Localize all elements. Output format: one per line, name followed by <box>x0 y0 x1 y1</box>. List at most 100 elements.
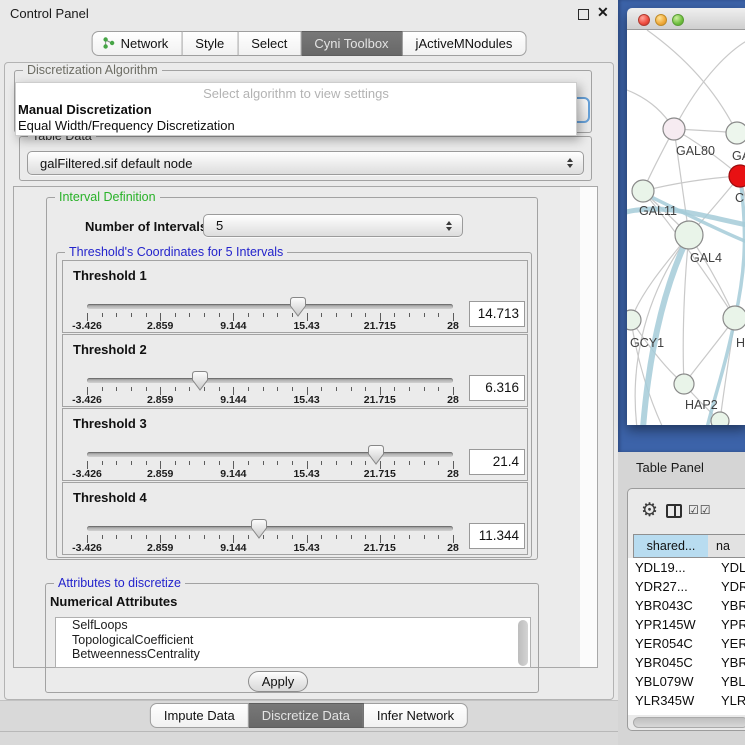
zoom-traffic-light-icon[interactable] <box>672 14 684 26</box>
slider-thumb[interactable] <box>290 297 306 317</box>
slider-tick <box>146 535 147 539</box>
numerical-attributes-list[interactable]: SelfLoopsTopologicalCoefficientBetweenne… <box>55 617 531 668</box>
network-edge <box>683 235 689 384</box>
column-header-shared-name[interactable]: shared... <box>633 534 709 558</box>
control-panel: Control Panel ✕ NetworkStyleSelectCyni T… <box>0 0 618 745</box>
discretization-algorithm-label: Discretization Algorithm <box>23 63 162 77</box>
gal11-node[interactable] <box>632 180 654 202</box>
table-row[interactable]: YDL19...YDL1 <box>633 558 745 577</box>
node-label-gal80: GAL80 <box>676 144 715 158</box>
slider-tick <box>131 461 132 465</box>
tab-discretize-data[interactable]: Discretize Data <box>249 703 364 728</box>
number-of-intervals-combobox[interactable]: 5 <box>203 214 463 237</box>
tab-select[interactable]: Select <box>238 31 301 56</box>
right-side-panels: GAL80GACGAL11GAL4GCY1HHAP2 Table Panel ⚙… <box>618 0 745 745</box>
slider-tick <box>189 387 190 391</box>
slider-tick <box>438 535 439 539</box>
threshold-value-field[interactable]: 6.316 <box>469 375 525 401</box>
slider-thumb[interactable] <box>368 445 384 465</box>
network-window-titlebar <box>627 8 745 30</box>
slider-tick-label: 15.43 <box>293 468 319 480</box>
slider-tick-label: 21.715 <box>364 468 396 480</box>
gal4-node[interactable] <box>675 221 703 249</box>
tab-label: Cyni Toolbox <box>314 36 388 51</box>
gear-icon[interactable]: ⚙ <box>641 499 658 522</box>
table-row[interactable]: YPR145WYPR1 <box>633 615 745 634</box>
slider-track[interactable] <box>87 304 453 309</box>
slider-tick <box>131 387 132 391</box>
table-row[interactable]: YER054CYER0 <box>633 634 745 653</box>
slider-tick <box>277 535 278 539</box>
column-header-name[interactable]: na <box>708 534 745 558</box>
slider-track[interactable] <box>87 378 453 383</box>
tab-label: Style <box>195 36 224 51</box>
slider-tick-label: 21.715 <box>364 394 396 406</box>
top-right-node[interactable] <box>726 122 745 144</box>
table-row[interactable]: YLR345WYLR3 <box>633 691 745 710</box>
hap2-node[interactable] <box>674 374 694 394</box>
slider-tick <box>351 461 352 465</box>
slider-track[interactable] <box>87 452 453 457</box>
bottom-tab-bar: Impute DataDiscretize Data Infer Network <box>150 703 468 728</box>
slider-tick <box>175 387 176 391</box>
table-data-combobox[interactable]: galFiltered.sif default node <box>27 151 584 175</box>
gcy1-node[interactable] <box>627 310 641 330</box>
tab-label: Infer Network <box>377 708 454 723</box>
slider-thumb[interactable] <box>251 519 267 539</box>
table-panel-window: ⚙ ☑☑ shared... na YDL19...YDL1YDR27...YD… <box>627 488 745 731</box>
attribute-list-item[interactable]: TopologicalCoefficient <box>56 633 530 648</box>
threshold-value-field[interactable]: 21.4 <box>469 449 525 475</box>
algorithm-option-manual-discretization[interactable]: Manual Discretization <box>16 101 576 117</box>
gal80-node[interactable] <box>663 118 685 140</box>
tab-infer-network[interactable]: Infer Network <box>364 703 468 728</box>
tab-jactivemnodules[interactable]: jActiveMNodules <box>403 31 527 56</box>
table-row[interactable]: YIL052CYIL0 <box>633 710 745 715</box>
checkbox-icons[interactable]: ☑☑ <box>688 503 712 517</box>
list-scrollbar-thumb[interactable] <box>518 620 528 666</box>
network-canvas[interactable]: GAL80GACGAL11GAL4GCY1HHAP2 <box>627 30 745 425</box>
slider-tick <box>116 387 117 391</box>
table-row[interactable]: YBR045CYBR0 <box>633 653 745 672</box>
minimize-traffic-light-icon[interactable] <box>655 14 667 26</box>
slider-tick-label: -3.426 <box>72 542 102 554</box>
slider-tick-label: -3.426 <box>72 468 102 480</box>
red-node[interactable] <box>729 165 745 187</box>
threshold-value-field[interactable]: 14.713 <box>469 301 525 327</box>
algorithm-option-equal-width-frequency-discretization[interactable]: Equal Width/Frequency Discretization <box>16 117 576 133</box>
vertical-scrollbar-track[interactable] <box>580 187 597 667</box>
slider-tick <box>116 313 117 317</box>
attribute-list-item[interactable]: BetweennessCentrality <box>56 647 530 662</box>
tab-cyni-toolbox[interactable]: Cyni Toolbox <box>301 31 402 56</box>
slider-tick <box>336 535 337 539</box>
node-label-c: C <box>735 191 744 205</box>
threshold-value-field[interactable]: 11.344 <box>469 523 525 549</box>
close-icon[interactable]: ✕ <box>597 4 609 21</box>
cell-shared-name: YPR145W <box>635 617 696 632</box>
float-window-icon[interactable] <box>578 9 589 20</box>
slider-tick <box>131 313 132 317</box>
bottom-node[interactable] <box>711 412 729 425</box>
slider-tick <box>424 387 425 391</box>
node-label-h: H <box>736 336 745 350</box>
right-node[interactable] <box>723 306 745 330</box>
threshold-4-box: Threshold 4-3.4262.8599.14415.4321.71528… <box>62 482 528 555</box>
tab-style[interactable]: Style <box>182 31 238 56</box>
slider-tick <box>219 387 220 391</box>
slider-thumb[interactable] <box>192 371 208 391</box>
horizontal-scrollbar-thumb[interactable] <box>633 717 745 728</box>
cell-name: YLR3 <box>721 693 745 708</box>
table-row[interactable]: YDR27...YDR2 <box>633 577 745 596</box>
table-row[interactable]: YBL079WYBL0 <box>633 672 745 691</box>
tab-impute-data[interactable]: Impute Data <box>150 703 249 728</box>
slider-tick <box>263 387 264 391</box>
attribute-list-item[interactable]: SelfLoops <box>56 618 530 633</box>
slider-tick-label: 21.715 <box>364 542 396 554</box>
slider-tick-label: 9.144 <box>220 394 246 406</box>
tab-network[interactable]: Network <box>92 31 183 56</box>
split-columns-icon[interactable] <box>666 504 682 518</box>
table-row[interactable]: YBR043CYBR0 <box>633 596 745 615</box>
close-traffic-light-icon[interactable] <box>638 14 650 26</box>
apply-button[interactable]: Apply <box>248 671 308 692</box>
slider-track[interactable] <box>87 526 453 531</box>
node-label-ga: GA <box>732 149 745 163</box>
